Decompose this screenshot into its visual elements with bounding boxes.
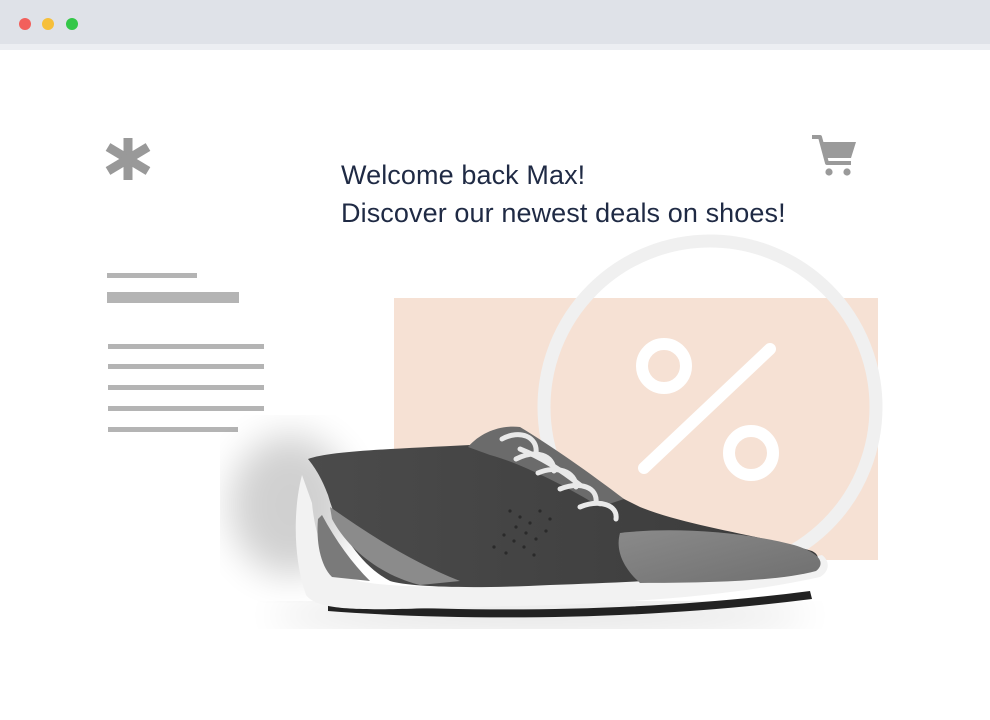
placeholder-heading-line (107, 273, 197, 278)
greeting-text: Welcome back Max! (341, 160, 586, 190)
minimize-window-button[interactable] (42, 18, 54, 30)
window-titlebar (0, 0, 990, 44)
placeholder-text-line (108, 364, 264, 369)
asterisk-logo-icon[interactable] (104, 138, 152, 180)
titlebar-divider (0, 44, 990, 50)
maximize-window-button[interactable] (66, 18, 78, 30)
placeholder-heading-line (107, 292, 239, 303)
placeholder-text-line (108, 427, 238, 432)
placeholder-text-line (108, 406, 264, 411)
tagline-text: Discover our newest deals on shoes! (341, 198, 786, 228)
welcome-message: Welcome back Max! Discover our newest de… (341, 156, 786, 232)
placeholder-text-line (108, 344, 264, 349)
placeholder-text-line (108, 385, 264, 390)
sneaker-image (230, 426, 828, 625)
shopping-cart-icon[interactable] (810, 132, 858, 180)
close-window-button[interactable] (19, 18, 31, 30)
